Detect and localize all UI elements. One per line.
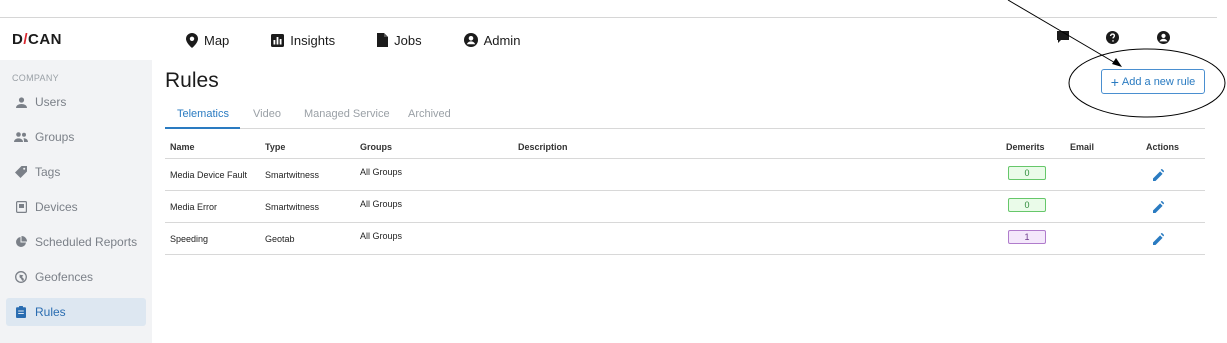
column-header-actions: Actions xyxy=(1146,142,1180,152)
column-header-name[interactable]: Name xyxy=(170,142,195,152)
rule-groups: All Groups xyxy=(360,231,403,241)
demerits-badge: 0 xyxy=(1008,198,1046,212)
rule-type: Smartwitness xyxy=(265,202,320,212)
column-header-demerits[interactable]: Demerits xyxy=(1006,142,1045,152)
account-icon[interactable] xyxy=(1157,31,1170,49)
document-icon xyxy=(377,33,389,47)
sidebar-item-label: Devices xyxy=(35,200,78,214)
page-title: Rules xyxy=(165,69,219,92)
demerits-badge: 1 xyxy=(1008,230,1046,244)
add-rule-label: Add a new rule xyxy=(1121,75,1196,88)
sidebar-item-groups[interactable]: Groups xyxy=(6,123,146,151)
sidebar-item-users[interactable]: Users xyxy=(6,88,146,116)
tab-archived[interactable]: Archived xyxy=(408,108,451,120)
demerits-badge: 0 xyxy=(1008,166,1046,180)
sidebar-item-label: Rules xyxy=(35,305,66,319)
header-divider xyxy=(0,17,1217,18)
nav-item-jobs[interactable]: Jobs xyxy=(377,30,422,50)
edit-icon[interactable] xyxy=(1153,168,1165,181)
nav-label-map: Map xyxy=(204,32,230,48)
sidebar-item-label: Tags xyxy=(35,165,61,179)
nav-item-insights[interactable]: Insights xyxy=(271,30,335,50)
annotation-arrowhead xyxy=(1112,58,1122,67)
sidebar-item-label: Geofences xyxy=(35,270,94,284)
column-header-description[interactable]: Description xyxy=(518,142,568,152)
nav-item-map[interactable]: Map xyxy=(186,30,229,50)
people-icon xyxy=(14,130,28,144)
rule-type: Geotab xyxy=(265,234,295,244)
edit-icon[interactable] xyxy=(1153,232,1165,245)
edit-icon[interactable] xyxy=(1153,200,1165,213)
rule-groups: All Groups xyxy=(360,199,403,209)
table-row[interactable]: Media Device Fault Smartwitness All Grou… xyxy=(165,159,1205,191)
globe-icon xyxy=(14,270,28,284)
tab-video[interactable]: Video xyxy=(253,108,281,120)
nav-label-admin: Admin xyxy=(483,32,521,48)
sidebar-item-label: Users xyxy=(35,95,67,109)
active-tab-indicator xyxy=(165,127,240,129)
sidebar-section-label: COMPANY xyxy=(12,73,59,83)
rules-tabs: Telematics Video Managed Service Archive… xyxy=(165,104,1205,129)
rule-name: Media Error xyxy=(170,202,218,212)
rule-type: Smartwitness xyxy=(265,170,320,180)
rule-name: Speeding xyxy=(170,234,209,244)
sidebar-item-label: Scheduled Reports xyxy=(35,235,138,249)
add-rule-button[interactable]: + Add a new rule xyxy=(1101,69,1205,94)
logo-text-right: CAN xyxy=(28,31,63,48)
column-header-email[interactable]: Email xyxy=(1070,142,1094,152)
header-actions xyxy=(1055,31,1175,49)
map-pin-icon xyxy=(186,32,198,48)
help-icon[interactable] xyxy=(1106,31,1119,49)
logo-text-left: D xyxy=(12,31,24,48)
app-logo[interactable]: D/CAN xyxy=(12,31,62,48)
rule-name: Media Device Fault xyxy=(170,170,248,180)
sidebar-item-rules[interactable]: Rules xyxy=(6,298,146,326)
sidebar-item-scheduled-reports[interactable]: Scheduled Reports xyxy=(6,228,146,256)
pie-chart-icon xyxy=(14,235,28,249)
tag-icon xyxy=(14,165,28,179)
table-row[interactable]: Speeding Geotab All Groups 1 xyxy=(165,223,1205,255)
top-navigation: Map Insights Jobs Admin xyxy=(186,30,562,50)
sidebar-item-devices[interactable]: Devices xyxy=(6,193,146,221)
device-icon xyxy=(14,200,28,214)
nav-item-admin[interactable]: Admin xyxy=(463,30,521,50)
plus-icon: + xyxy=(1110,73,1119,90)
column-header-groups[interactable]: Groups xyxy=(360,142,392,152)
sidebar-item-label: Groups xyxy=(35,130,75,144)
nav-label-insights: Insights xyxy=(290,32,336,48)
nav-label-jobs: Jobs xyxy=(394,32,422,48)
sidebar: COMPANY Users Groups Tags Devices Schedu… xyxy=(0,60,152,343)
tab-managed-service[interactable]: Managed Service xyxy=(304,108,390,120)
clipboard-icon xyxy=(14,305,28,319)
sidebar-item-geofences[interactable]: Geofences xyxy=(6,263,146,291)
sidebar-item-tags[interactable]: Tags xyxy=(6,158,146,186)
column-header-type[interactable]: Type xyxy=(265,142,285,152)
bar-chart-icon xyxy=(271,33,285,47)
rules-table: Name Type Groups Description Demerits Em… xyxy=(165,137,1205,255)
person-icon xyxy=(14,95,28,109)
table-row[interactable]: Media Error Smartwitness All Groups 0 xyxy=(165,191,1205,223)
chat-icon[interactable] xyxy=(1057,31,1069,49)
rule-groups: All Groups xyxy=(360,167,403,177)
tab-telematics[interactable]: Telematics xyxy=(177,108,229,120)
table-header: Name Type Groups Description Demerits Em… xyxy=(165,137,1205,159)
user-circle-icon xyxy=(463,33,478,47)
